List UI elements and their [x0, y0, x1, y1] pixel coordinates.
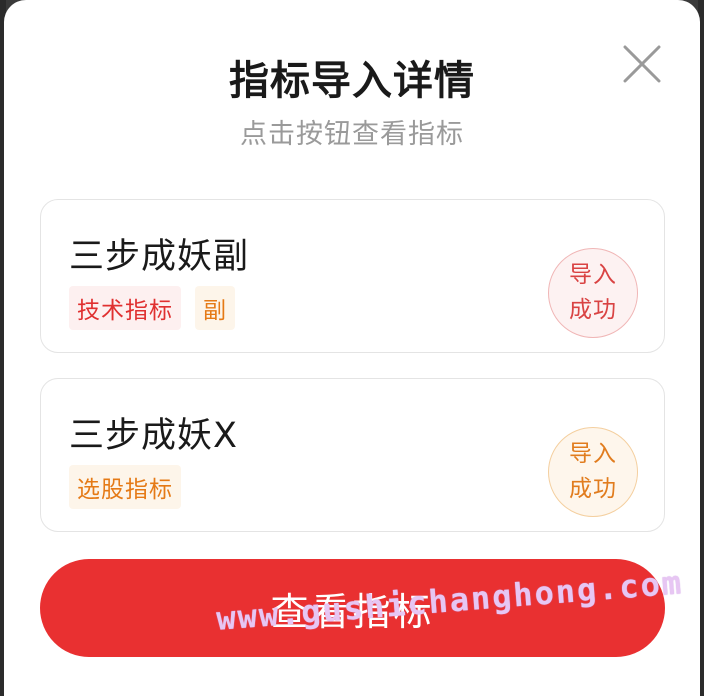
indicator-card: 三步成妖X 选股指标 导入 成功 [40, 378, 665, 532]
stamp-text-line2: 成功 [569, 476, 617, 502]
indicator-tag: 选股指标 [69, 465, 181, 509]
stamp-text-line1: 导入 [569, 262, 617, 288]
dialog-title: 指标导入详情 [229, 58, 475, 104]
import-success-stamp: 导入 成功 [548, 427, 638, 517]
indicator-card: 三步成妖副 技术指标 副 导入 成功 [40, 199, 665, 353]
close-button[interactable] [622, 44, 662, 84]
import-success-stamp: 导入 成功 [548, 248, 638, 338]
stamp-text-line2: 成功 [569, 297, 617, 323]
indicator-tag: 副 [195, 286, 235, 330]
indicator-import-dialog: 指标导入详情 点击按钮查看指标 三步成妖副 技术指标 副 导入 成功 三步成妖X… [4, 0, 700, 696]
indicator-tags: 选股指标 [69, 465, 181, 509]
indicator-tag: 技术指标 [69, 286, 181, 330]
indicator-tags: 技术指标 副 [69, 286, 235, 330]
indicator-name: 三步成妖副 [69, 237, 250, 277]
stamp-text-line1: 导入 [569, 441, 617, 467]
view-indicators-button[interactable]: 查看指标 [40, 559, 665, 657]
close-icon [623, 45, 661, 83]
indicator-name: 三步成妖X [69, 416, 238, 456]
dialog-subtitle: 点击按钮查看指标 [240, 119, 464, 150]
